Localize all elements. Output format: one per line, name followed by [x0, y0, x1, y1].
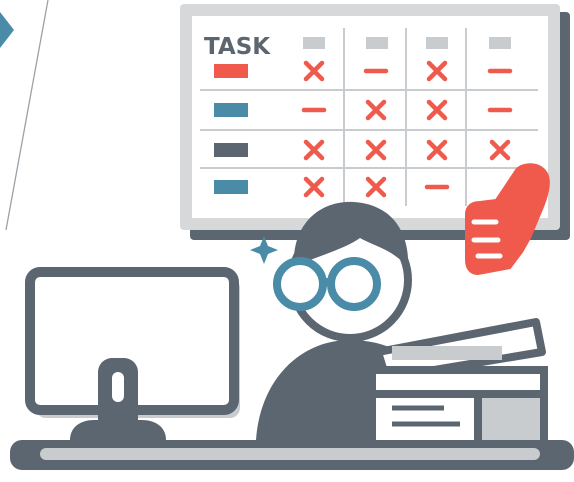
illustration-canvas: TASK	[0, 0, 574, 470]
task-swatch-gray	[214, 143, 248, 157]
computer-monitor	[25, 267, 240, 440]
arrow-right-icon	[0, 12, 14, 48]
monitor-stand-slot	[112, 372, 124, 402]
monitor-base	[70, 420, 166, 440]
glasses-lens-left	[273, 257, 327, 311]
task-swatch-blue	[214, 180, 248, 194]
illustration: TASK	[0, 0, 574, 482]
column-header	[366, 37, 388, 49]
desk-highlight	[40, 448, 540, 460]
task-swatch-blue	[214, 103, 248, 117]
column-header	[426, 37, 448, 49]
glasses-lens-right	[327, 257, 381, 311]
box-top-tray	[392, 346, 502, 360]
box-stack	[368, 318, 548, 450]
column-header	[489, 37, 511, 49]
board-title: TASK	[204, 34, 271, 60]
box-side-panel	[474, 390, 548, 450]
sparkle-icon	[250, 236, 278, 264]
column-header	[303, 37, 325, 49]
decorative-slash-line	[5, 0, 49, 231]
task-swatch-red	[214, 64, 248, 78]
desk	[10, 440, 574, 470]
